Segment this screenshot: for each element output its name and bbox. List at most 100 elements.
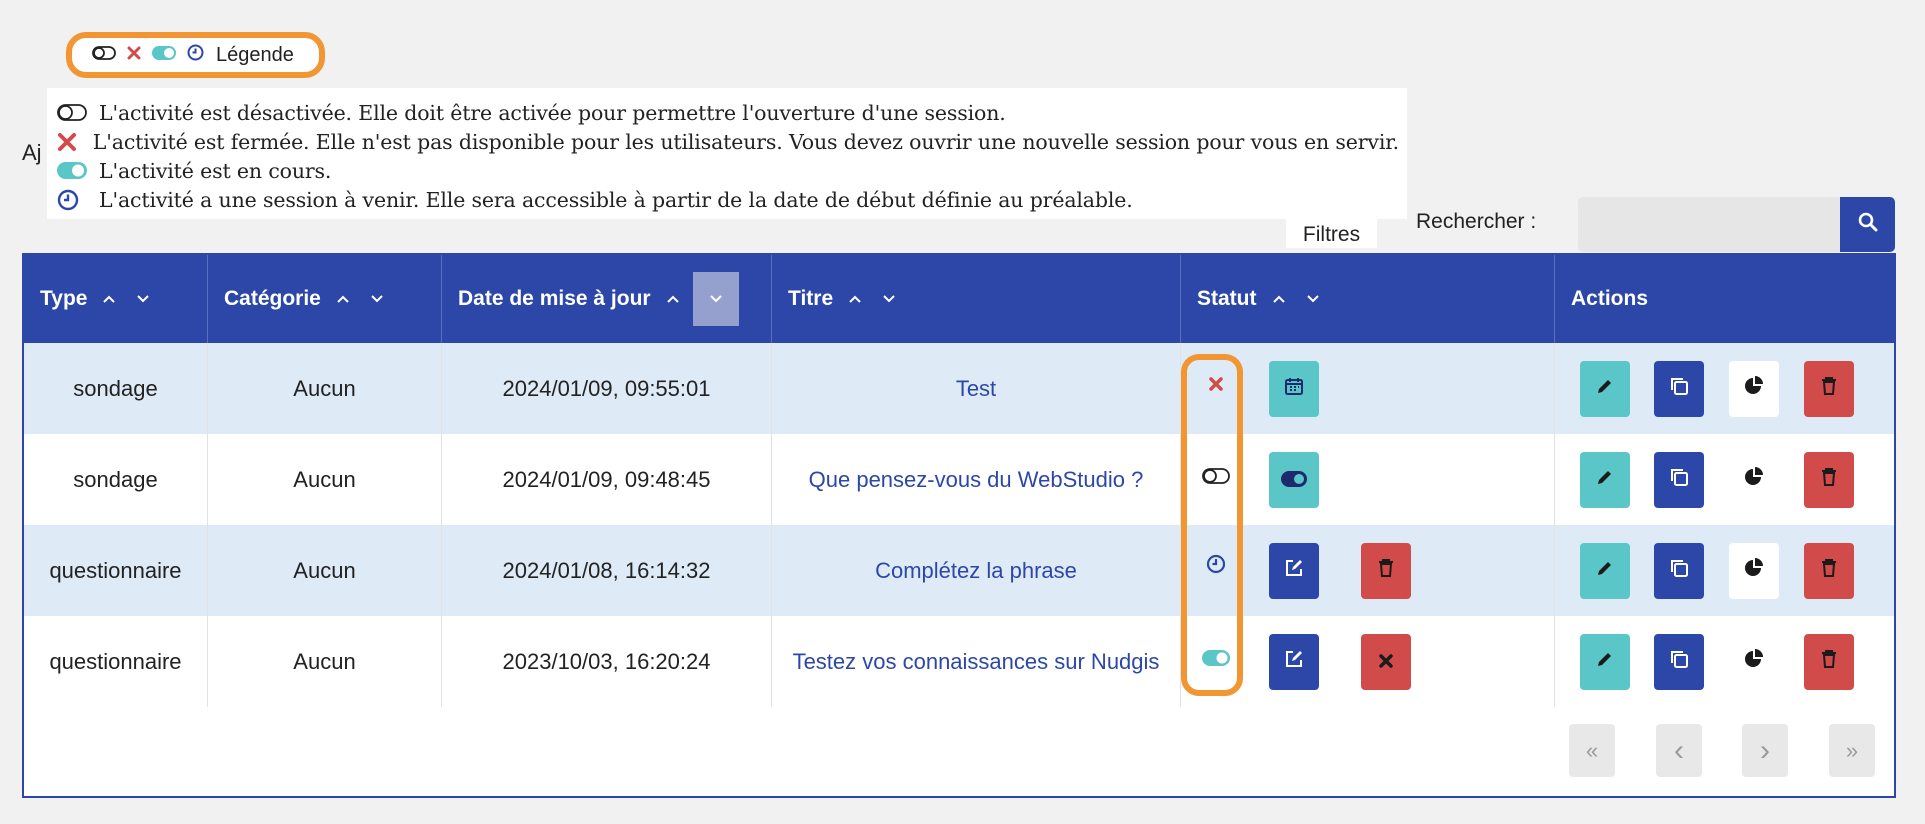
sort-desc-icon[interactable]	[883, 295, 895, 303]
search-label: Rechercher :	[1416, 210, 1537, 233]
sort-asc-icon[interactable]	[103, 295, 116, 303]
duplicate-button[interactable]	[1654, 543, 1704, 599]
pencil-icon	[1595, 467, 1615, 493]
edit-button[interactable]	[1580, 543, 1630, 599]
sort-asc-icon[interactable]	[1272, 295, 1285, 303]
schedule-session-button[interactable]	[1269, 361, 1319, 417]
delete-button[interactable]	[1804, 361, 1854, 417]
search-input[interactable]	[1578, 197, 1840, 252]
close-icon	[55, 132, 93, 152]
edit-square-icon	[1284, 558, 1304, 584]
status-closed-icon	[1205, 373, 1227, 395]
cell-status	[1181, 525, 1555, 616]
search-button[interactable]	[1840, 197, 1895, 252]
status-disabled-icon	[1201, 465, 1231, 487]
legend-item-upcoming: L'activité a une session à venir. Elle s…	[55, 185, 1399, 214]
cell-title-link[interactable]: Test	[772, 343, 1181, 434]
cell-status	[1181, 616, 1555, 707]
cell-date: 2024/01/08, 16:14:32	[442, 525, 772, 616]
table-row: questionnaire Aucun 2024/01/08, 16:14:32…	[24, 525, 1894, 616]
statistics-button[interactable]	[1729, 361, 1779, 417]
sort-asc-icon[interactable]	[337, 295, 349, 303]
sort-controls	[666, 272, 739, 326]
cell-actions	[1555, 525, 1894, 616]
sort-desc-icon	[709, 295, 722, 303]
cell-type: questionnaire	[24, 525, 208, 616]
sort-controls	[103, 295, 150, 303]
statistics-button[interactable]	[1729, 543, 1779, 599]
legend-item-running: L'activité est en cours.	[55, 156, 1399, 185]
cell-status	[1181, 434, 1555, 525]
sort-controls	[849, 295, 895, 303]
pagination-first-button[interactable]: «	[1569, 724, 1615, 777]
add-activity-link[interactable]: Aj	[22, 140, 42, 166]
edit-square-icon	[1284, 649, 1304, 675]
table-row: questionnaire Aucun 2023/10/03, 16:20:24…	[24, 616, 1894, 707]
cell-category: Aucun	[208, 525, 442, 616]
edit-button[interactable]	[1580, 361, 1630, 417]
pagination-prev-button[interactable]: ‹	[1656, 724, 1702, 777]
copy-icon	[1668, 648, 1690, 676]
pencil-icon	[1595, 649, 1615, 675]
cell-title-link[interactable]: Complétez la phrase	[772, 525, 1181, 616]
column-header-title: Titre	[772, 255, 1181, 343]
status-upcoming-icon	[1205, 553, 1227, 575]
duplicate-button[interactable]	[1654, 361, 1704, 417]
cell-date: 2024/01/09, 09:55:01	[442, 343, 772, 434]
sort-asc-icon[interactable]	[666, 295, 679, 303]
legend-item-closed: L'activité est fermée. Elle n'est pas di…	[55, 127, 1399, 156]
close-icon	[1378, 649, 1394, 675]
duplicate-button[interactable]	[1654, 634, 1704, 690]
delete-session-button[interactable]	[1361, 543, 1411, 599]
pagination-next-button[interactable]: ›	[1742, 724, 1788, 777]
edit-session-button[interactable]	[1269, 543, 1319, 599]
enable-activity-button[interactable]	[1269, 452, 1319, 508]
close-session-button[interactable]	[1361, 634, 1411, 690]
column-header-date: Date de mise à jour	[442, 255, 772, 343]
trash-icon	[1377, 558, 1395, 584]
sort-desc-active[interactable]	[692, 272, 739, 326]
legend-toggle-button[interactable]: Légende	[66, 32, 325, 78]
delete-button[interactable]	[1804, 452, 1854, 508]
duplicate-button[interactable]	[1654, 452, 1704, 508]
legend-item-text: L'activité est en cours.	[99, 158, 332, 183]
cell-category: Aucun	[208, 343, 442, 434]
toggle-on-icon	[55, 162, 99, 179]
trash-icon	[1820, 649, 1838, 675]
statistics-button[interactable]	[1729, 452, 1779, 508]
close-icon	[127, 46, 141, 65]
pencil-icon	[1595, 376, 1615, 402]
cell-date: 2024/01/09, 09:48:45	[442, 434, 772, 525]
copy-icon	[1668, 375, 1690, 403]
edit-button[interactable]	[1580, 452, 1630, 508]
column-header-status: Statut	[1181, 255, 1555, 343]
toggle-off-icon	[92, 45, 116, 65]
pencil-icon	[1595, 558, 1615, 584]
cell-title-link[interactable]: Testez vos connaissances sur Nudgis	[772, 616, 1181, 707]
edit-session-button[interactable]	[1269, 634, 1319, 690]
table-header: Type Catégorie Date de mise à jour Titre…	[24, 255, 1894, 343]
sort-desc-icon[interactable]	[371, 295, 383, 303]
legend-toggle-label: Légende	[216, 43, 294, 66]
calendar-icon	[1284, 376, 1304, 402]
pie-chart-icon	[1743, 648, 1765, 676]
sort-desc-icon[interactable]	[1306, 295, 1319, 303]
toggle-icon	[1281, 467, 1307, 493]
statistics-button[interactable]	[1729, 634, 1779, 690]
delete-button[interactable]	[1804, 634, 1854, 690]
pie-chart-icon	[1743, 375, 1765, 403]
cell-type: sondage	[24, 434, 208, 525]
sort-desc-icon[interactable]	[137, 295, 150, 303]
trash-icon	[1820, 376, 1838, 402]
delete-button[interactable]	[1804, 543, 1854, 599]
cell-title-link[interactable]: Que pensez-vous du WebStudio ?	[772, 434, 1181, 525]
copy-icon	[1668, 466, 1690, 494]
sort-controls	[337, 295, 383, 303]
cell-status	[1181, 343, 1555, 434]
legend-item-text: L'activité a une session à venir. Elle s…	[99, 187, 1133, 212]
sort-asc-icon[interactable]	[849, 295, 861, 303]
pagination-last-button[interactable]: »	[1829, 724, 1875, 777]
edit-button[interactable]	[1580, 634, 1630, 690]
legend-item-text: L'activité est désactivée. Elle doit êtr…	[99, 100, 1006, 125]
table-row: sondage Aucun 2024/01/09, 09:48:45 Que p…	[24, 434, 1894, 525]
